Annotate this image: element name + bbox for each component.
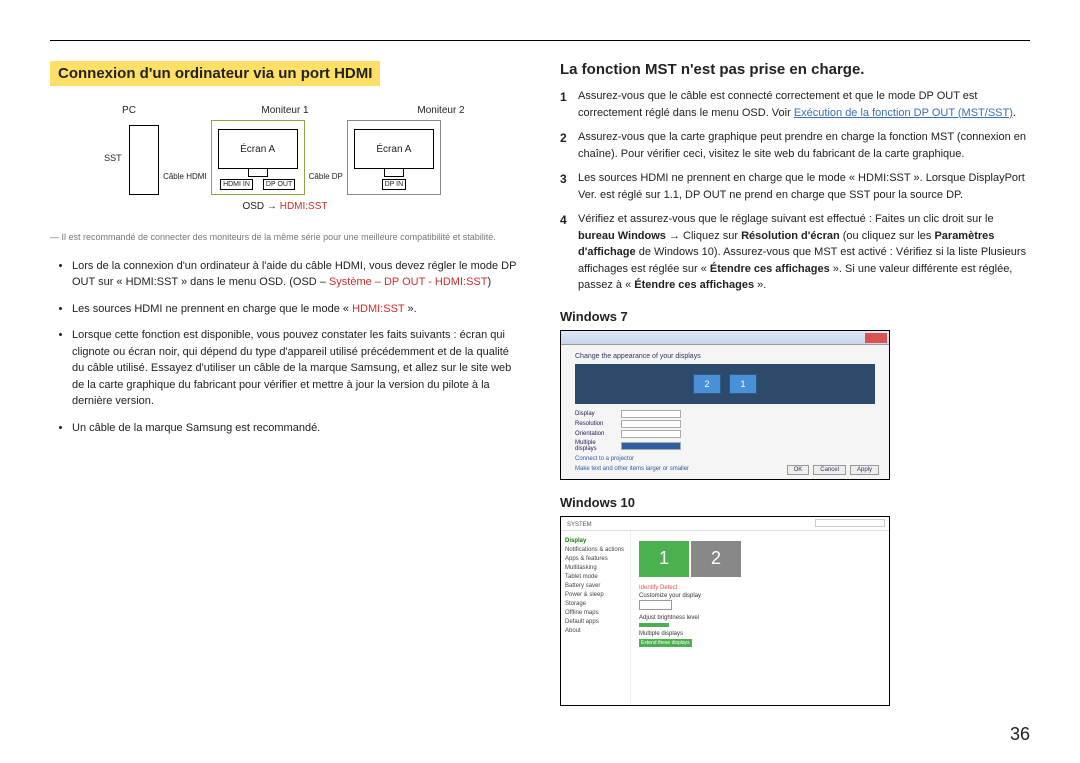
- subtitle: La fonction MST n'est pas prise en charg…: [560, 61, 1030, 78]
- label-mon1: Moniteur 1: [207, 105, 363, 116]
- cable-hdmi-label: Câble HDMI: [163, 172, 207, 181]
- win7-screenshot: Change the appearance of your displays 2…: [560, 330, 890, 480]
- search-icon: [815, 519, 885, 527]
- steps-list: 1 Assurez-vous que le câble est connecté…: [560, 88, 1030, 294]
- step-item: 2 Assurez-vous que la carte graphique pe…: [560, 129, 1030, 162]
- monitor-2-icon: 2: [693, 374, 721, 394]
- win10-label: Windows 10: [560, 495, 1030, 510]
- dp-in-port: DP IN: [382, 179, 407, 190]
- ok-button: OK: [787, 465, 810, 475]
- section-title: Connexion d'un ordinateur via un port HD…: [50, 61, 380, 86]
- monitor2-box: Écran A DP IN: [347, 120, 441, 195]
- cancel-button: Cancel: [813, 465, 846, 475]
- diagram: PC Moniteur 1 Moniteur 2 SST Câble HDMI …: [50, 96, 520, 221]
- close-icon: [865, 333, 887, 343]
- sst-label: SST: [104, 153, 122, 163]
- hdmi-in-port: HDMI IN: [220, 179, 253, 190]
- label-mon2: Moniteur 2: [363, 105, 519, 116]
- monitor1-box: Écran A HDMI IN DP OUT: [211, 120, 305, 195]
- win7-label: Windows 7: [560, 309, 1030, 324]
- bullet-item: Lorsque cette fonction est disponible, v…: [72, 327, 520, 410]
- apply-button: Apply: [850, 465, 879, 475]
- osd-note: OSD → HDMI:SST: [51, 201, 519, 212]
- monitor-1-icon: 1: [729, 374, 757, 394]
- win10-screenshot: SYSTEM Display Notifications & actions A…: [560, 516, 890, 706]
- win10-sidebar: Display Notifications & actions Apps & f…: [561, 531, 631, 705]
- bullet-item: Un câble de la marque Samsung est recomm…: [72, 420, 520, 437]
- monitor-1-icon: 1: [639, 541, 689, 577]
- step-item: 3 Les sources HDMI ne prennent en charge…: [560, 170, 1030, 203]
- page-number: 36: [1010, 724, 1030, 745]
- dp-out-port: DP OUT: [263, 179, 295, 190]
- step-item: 1 Assurez-vous que le câble est connecté…: [560, 88, 1030, 121]
- link-dp-out[interactable]: Exécution de la fonction DP OUT (MST/SST…: [794, 107, 1013, 119]
- bullet-list: Lors de la connexion d'un ordinateur à l…: [50, 258, 520, 437]
- bullet-item: Les sources HDMI ne prennent en charge q…: [72, 301, 520, 318]
- cable-dp-label: Câble DP: [309, 172, 343, 181]
- step-item: 4 Vérifiez et assurez-vous que le réglag…: [560, 211, 1030, 294]
- footnote: ― Il est recommandé de connecter des mon…: [50, 231, 520, 244]
- label-pc: PC: [51, 105, 207, 116]
- bullet-item: Lors de la connexion d'un ordinateur à l…: [72, 258, 520, 291]
- pc-icon: [129, 125, 159, 195]
- monitor-2-icon: 2: [691, 541, 741, 577]
